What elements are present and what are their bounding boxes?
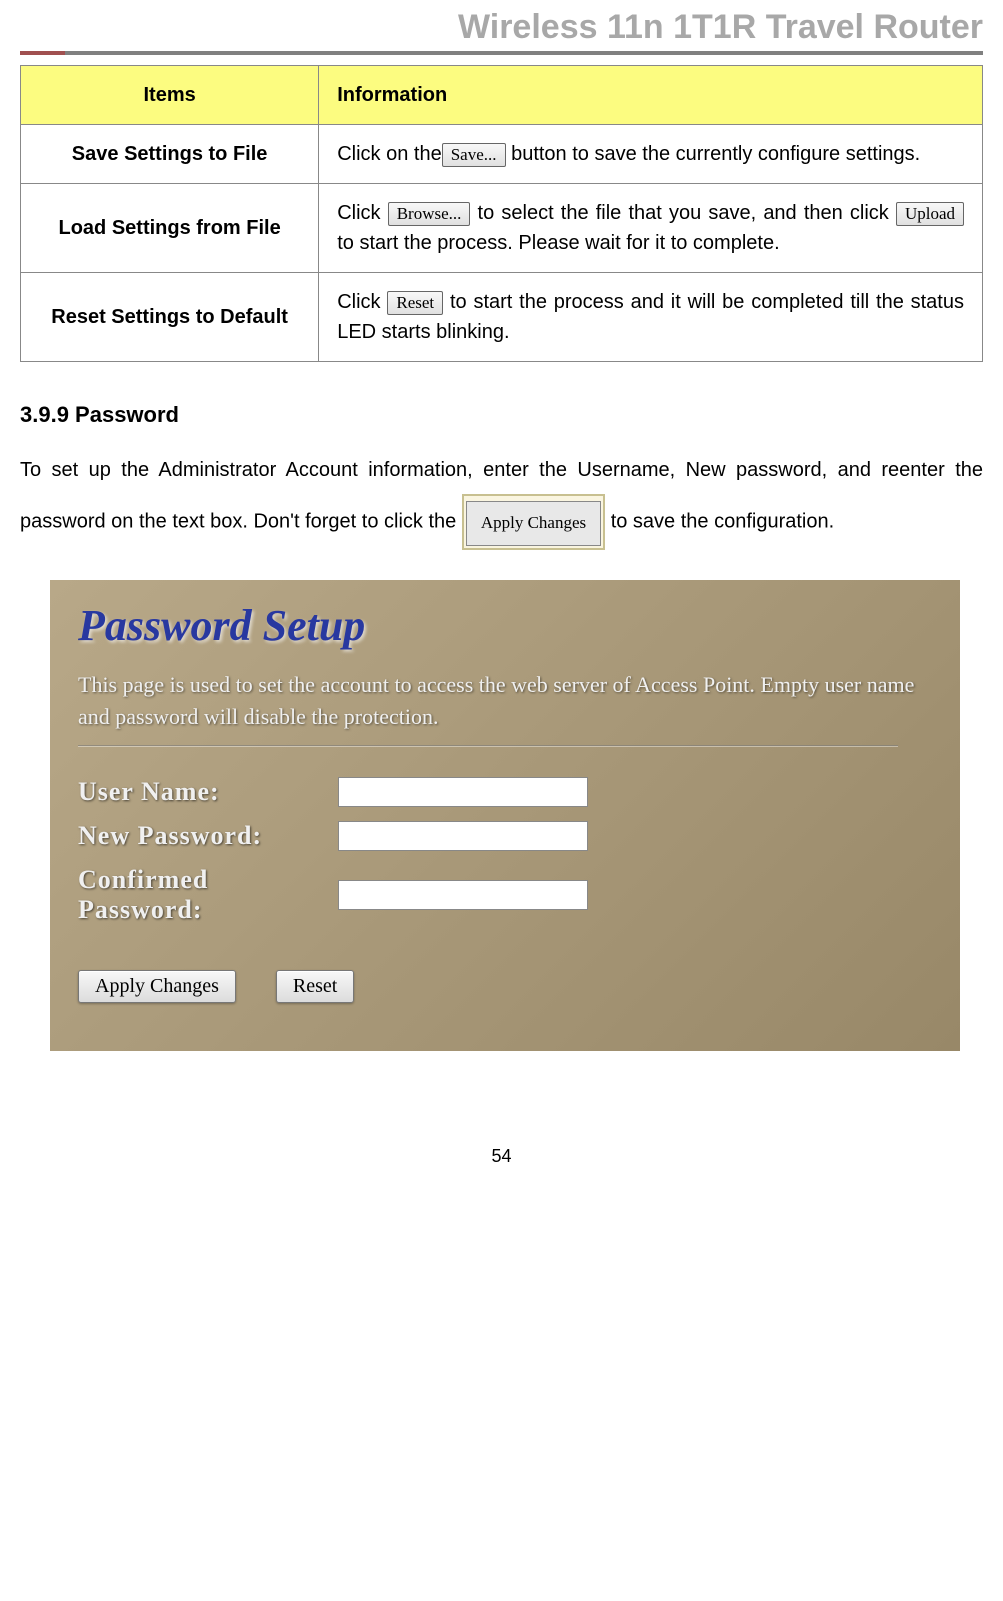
newpassword-label: New Password: [78,821,338,851]
username-label: User Name: [78,777,338,807]
header-divider [20,51,983,55]
item-name: Save Settings to File [21,125,319,184]
page-number: 54 [0,1091,1003,1187]
browse-button[interactable]: Browse... [388,202,471,226]
settings-table: Items Information Save Settings to File … [20,65,983,362]
table-row: Load Settings from File Click Browse... … [21,184,983,273]
newpassword-row: New Password: [78,821,932,851]
ss-divider [78,745,898,747]
item-info: Click Browse... to select the file that … [319,184,983,273]
section-heading: 3.9.9 Password [20,402,983,428]
item-name: Load Settings from File [21,184,319,273]
password-setup-screenshot: Password Setup This page is used to set … [50,580,960,1051]
ss-title: Password Setup [78,600,932,651]
page-header-title: Wireless 11n 1T1R Travel Router [0,0,1003,51]
item-info: Click Reset to start the process and it … [319,273,983,362]
apply-changes-button-inline[interactable]: Apply Changes [462,494,605,550]
ss-button-row: Apply Changes Reset [78,970,932,1003]
reset-button[interactable]: Reset [387,291,443,315]
username-input[interactable] [338,777,588,807]
table-row: Save Settings to File Click on theSave..… [21,125,983,184]
section-text: To set up the Administrator Account info… [20,446,983,550]
save-button[interactable]: Save... [442,143,506,167]
ss-description: This page is used to set the account to … [78,669,932,733]
item-info: Click on theSave... button to save the c… [319,125,983,184]
confirmpassword-label: Confirmed Password: [78,865,338,925]
apply-changes-button[interactable]: Apply Changes [78,970,236,1003]
newpassword-input[interactable] [338,821,588,851]
confirmpassword-input[interactable] [338,880,588,910]
item-name: Reset Settings to Default [21,273,319,362]
table-row: Reset Settings to Default Click Reset to… [21,273,983,362]
th-info: Information [319,66,983,125]
th-items: Items [21,66,319,125]
username-row: User Name: [78,777,932,807]
reset-button[interactable]: Reset [276,970,354,1003]
table-header-row: Items Information [21,66,983,125]
upload-button[interactable]: Upload [896,202,964,226]
confirmpassword-row: Confirmed Password: [78,865,932,925]
